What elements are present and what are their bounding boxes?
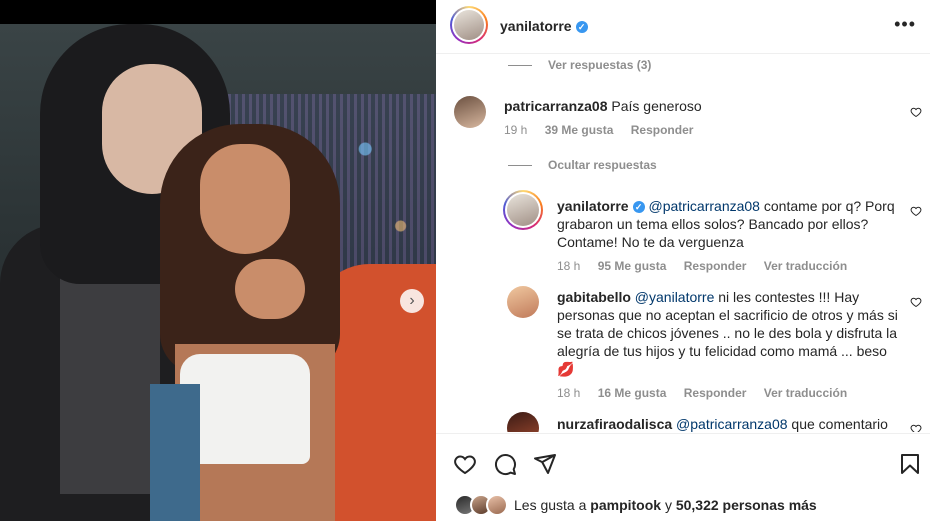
like-heart-icon[interactable] [910,205,922,217]
hide-replies-button[interactable]: Ocultar respuestas [508,158,657,172]
reply-author-avatar[interactable] [503,190,543,230]
view-replies-button[interactable]: Ver respuestas (3) [508,58,651,72]
reply-text: nurzafiraodalisca @patricarranza08 que c… [557,416,888,432]
share-icon[interactable] [533,452,557,476]
bookmark-icon[interactable] [898,452,922,476]
commenter-avatar[interactable] [507,412,539,432]
post-photo[interactable] [0,24,436,521]
media-top-bar [0,0,436,24]
post-actions: Les gusta a pampitook y 50,322 personas … [436,433,930,522]
commenter-avatar[interactable] [454,96,486,128]
verified-icon: ✓ [632,201,645,214]
liker-avatar [486,494,508,516]
like-heart-icon[interactable] [910,296,922,308]
comment-text: patricarranza08 País generoso [504,98,702,114]
author-avatar[interactable] [450,6,488,44]
likes-text[interactable]: Les gusta a pampitook y 50,322 personas … [514,497,817,513]
post-header: yanilatorre ✓ ••• [436,0,930,54]
carousel-next-button[interactable]: › [400,289,424,313]
author-username-row[interactable]: yanilatorre ✓ [500,18,588,34]
likes-summary: Les gusta a pampitook y 50,322 personas … [454,494,817,516]
comment-meta: 19 h 39 Me gusta Responder [504,123,694,137]
comments-list: Ver respuestas (3) patricarranza08 País … [436,54,930,432]
chevron-right-icon: › [409,292,415,309]
more-icon[interactable]: ••• [894,14,916,35]
photo-blue-jacket [150,384,200,521]
like-heart-icon[interactable] [910,106,922,118]
post-side-panel: yanilatorre ✓ ••• Ver respuestas (3) patr… [436,0,930,521]
like-heart-icon[interactable] [910,423,922,432]
reply-meta: 18 h 95 Me gusta Responder Ver traducció… [557,259,848,273]
comment-icon[interactable] [493,452,517,476]
reply-meta: 18 h 16 Me gusta Responder Ver traducció… [557,386,848,400]
photo-man-shirt [60,274,160,494]
heart-icon[interactable] [453,452,477,476]
reply-text: gabitabello @yanilatorre ni les conteste… [557,289,898,377]
verified-icon: ✓ [575,21,588,34]
photo-hand [235,259,305,319]
commenter-avatar[interactable] [507,286,539,318]
post-media: › [0,0,436,521]
reply-text: yanilatorre ✓ @patricarranza08 contame po… [557,198,895,250]
author-username[interactable]: yanilatorre [500,18,572,34]
photo-woman-face [200,144,290,254]
